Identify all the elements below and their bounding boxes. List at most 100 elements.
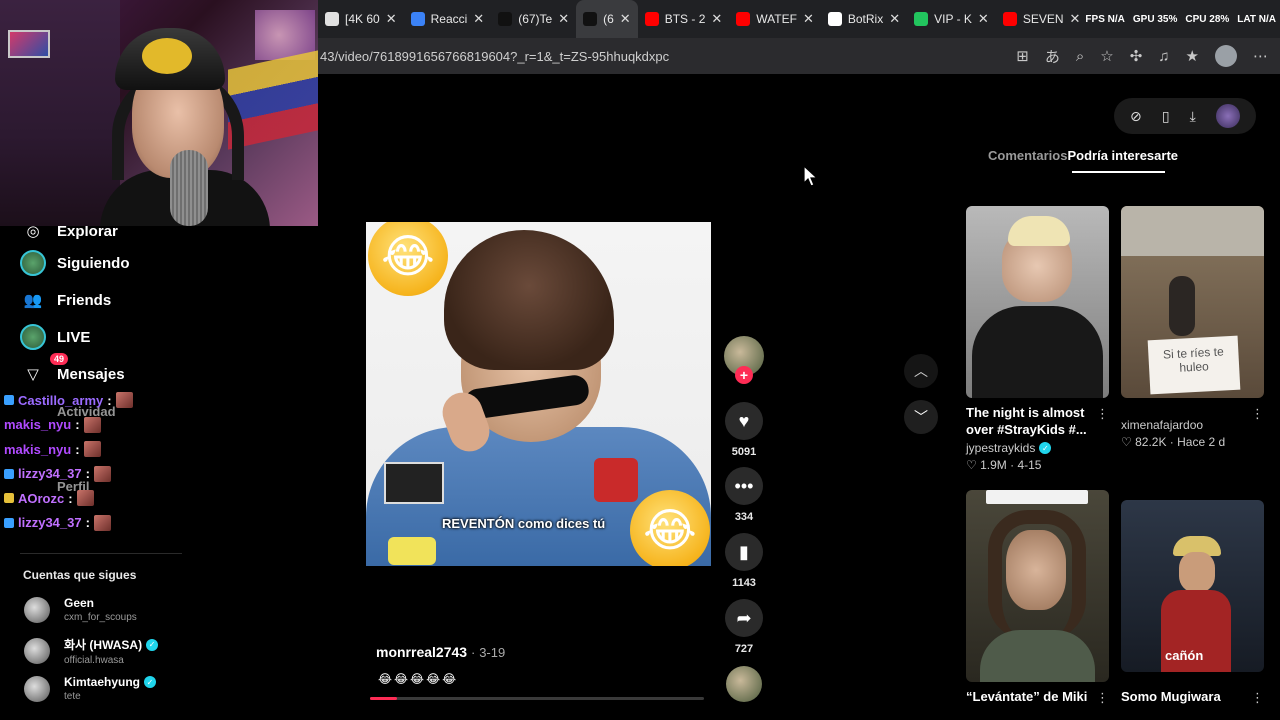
browser-tab[interactable]: [4K 60 ✕ (318, 0, 404, 38)
creator-avatar-button[interactable]: + (722, 336, 766, 384)
chat-username[interactable]: makis_nyu (4, 417, 71, 432)
card-more-icon[interactable]: ⋮ (1251, 406, 1264, 422)
chat-username[interactable]: lizzy34_37 (18, 515, 82, 530)
card-author[interactable]: jypestraykids ✓ (966, 441, 1109, 455)
media-icon[interactable]: ♫ (1158, 48, 1169, 65)
thumb-sign: Si te ríes te huleo (1147, 335, 1241, 395)
follow-plus-icon[interactable]: + (735, 366, 753, 384)
tab-close-icon[interactable]: ✕ (711, 11, 722, 27)
extensions-icon[interactable]: ✣ (1130, 47, 1143, 65)
following-account[interactable]: Kimtaehyung ✓ tete (24, 675, 157, 702)
favorites-icon[interactable]: ★ (1186, 47, 1199, 65)
user-avatar[interactable] (1215, 104, 1240, 128)
share-arrow-icon: ➦ (725, 599, 763, 637)
browser-tab[interactable]: VIP - K ✕ (907, 0, 996, 38)
video-player[interactable]: 😂 😂 REVENTÓN como dices tú (366, 222, 711, 566)
browser-tab[interactable]: WATEF ✕ (729, 0, 821, 38)
zoom-icon[interactable]: ⌕ (1076, 48, 1084, 65)
nav-siguiendo[interactable]: Siguiendo (20, 250, 130, 276)
recommended-video-card[interactable]: cañón Somo Mugiwara ⋮ (1121, 500, 1264, 705)
chat-emote-icon (76, 490, 94, 507)
card-author[interactable]: ximenafajardoo (1121, 418, 1264, 432)
tab-close-icon[interactable]: ✕ (803, 11, 814, 27)
like-button[interactable]: ♥ 5091 (722, 402, 766, 458)
save-button[interactable]: ▮ 1143 (722, 533, 766, 589)
video-hair (444, 230, 614, 370)
tab-close-icon[interactable]: ✕ (620, 11, 631, 27)
perf-stat-label: GPU (1132, 13, 1155, 25)
video-thumbnail[interactable] (966, 206, 1109, 398)
apps-icon[interactable]: ⊞ (1016, 47, 1029, 65)
following-name-row: Kimtaehyung ✓ (64, 675, 157, 689)
music-disc-button[interactable] (722, 666, 766, 702)
video-thumbnail[interactable] (966, 490, 1109, 682)
right-panel-tabs: Comentarios Podría interesarte (988, 148, 1178, 163)
video-caption: REVENTÓN como dices tú (442, 516, 606, 531)
autoscroll-icon[interactable]: ⊘ (1130, 108, 1142, 125)
heart-outline-icon: ♡ (1121, 435, 1132, 449)
chat-username[interactable]: makis_nyu (4, 442, 71, 457)
chat-username[interactable]: AOrozc (18, 491, 64, 506)
previous-video-button[interactable]: ︿ (904, 354, 938, 388)
heart-outline-icon: ♡ (966, 458, 977, 472)
tab-label: SEVEN (1022, 12, 1064, 26)
nav-live[interactable]: LIVE (20, 324, 90, 350)
card-more-icon[interactable]: ⋮ (1096, 690, 1109, 706)
tab-close-icon[interactable]: ✕ (473, 11, 484, 27)
browser-tab[interactable]: BotRix ✕ (821, 0, 907, 38)
tab-close-icon[interactable]: ✕ (558, 11, 569, 27)
tab-label: (6 (603, 12, 614, 26)
browser-tab[interactable]: Reacci ✕ (404, 0, 492, 38)
chat-username[interactable]: Castillo_army (18, 393, 103, 408)
recommended-video-card[interactable]: Si te ríes te huleo ⋮ ximenafajardoo ♡ 8… (1121, 206, 1264, 449)
browser-tab[interactable]: BTS - 2 ✕ (638, 0, 730, 38)
more-menu-icon[interactable]: ⋯ (1253, 47, 1268, 65)
video-progress-bar[interactable] (370, 697, 704, 700)
favorite-star-icon[interactable]: ☆ (1100, 47, 1113, 65)
tab-label: BTS - 2 (664, 12, 706, 26)
bookmark-icon: ▮ (725, 533, 763, 571)
chat-message: lizzy34_37: (4, 511, 304, 536)
tab-favicon-icon (583, 12, 598, 26)
nav-label: Siguiendo (57, 254, 130, 272)
translate-icon[interactable]: あ (1045, 46, 1060, 67)
chat-emote-icon (83, 441, 101, 458)
share-button[interactable]: ➦ 727 (722, 599, 766, 655)
url-field[interactable]: 43/video/7618991656766819604?_r=1&_t=ZS-… (318, 49, 1016, 64)
video-date: 3-19 (479, 645, 506, 660)
tab-label: [4K 60 (345, 12, 380, 26)
next-video-button[interactable]: ﹀ (904, 400, 938, 434)
perf-stat: GPU 35% (1133, 14, 1177, 25)
profile-avatar-icon[interactable] (1215, 45, 1237, 67)
following-heading: Cuentas que sigues (23, 568, 137, 582)
card-more-icon[interactable]: ⋮ (1096, 406, 1109, 422)
card-meta-text: 82.2K · Hace 2 d (1135, 435, 1226, 449)
video-progress-fill (370, 697, 397, 700)
video-thumbnail[interactable]: cañón (1121, 500, 1264, 672)
mini-player-icon[interactable]: ▯ (1162, 108, 1170, 125)
recommended-video-card[interactable]: “Levántate” de Miki ⋮ (966, 490, 1109, 705)
chat-message: lizzy34_37: (4, 462, 304, 487)
chat-username[interactable]: lizzy34_37 (18, 466, 82, 481)
recommended-video-card[interactable]: The night is almost over #StrayKids #...… (966, 206, 1109, 472)
perf-stat-value: 35% (1157, 13, 1178, 25)
browser-tab[interactable]: SEVEN ✕ (996, 0, 1088, 38)
following-account[interactable]: 화사 (HWASA) ✓ official.hwasa (24, 636, 159, 666)
tab-close-icon[interactable]: ✕ (889, 11, 900, 27)
tab-close-icon[interactable]: ✕ (386, 11, 397, 27)
tab-close-icon[interactable]: ✕ (978, 11, 989, 27)
tab-podria-interesarte[interactable]: Podría interesarte (1067, 148, 1178, 163)
comment-button[interactable]: ••• 334 (722, 467, 766, 523)
friends-icon: 👥 (23, 292, 43, 309)
tab-comentarios[interactable]: Comentarios (988, 148, 1067, 163)
browser-tab[interactable]: (6 ✕ (576, 0, 638, 38)
nav-mensajes[interactable]: ▽ 49 Mensajes (20, 353, 125, 387)
video-thumbnail[interactable]: Si te ríes te huleo (1121, 206, 1264, 398)
browser-tab[interactable]: (67)Te ✕ (491, 0, 576, 38)
following-account[interactable]: Geen cxm_for_scoups (24, 596, 137, 623)
card-more-icon[interactable]: ⋮ (1251, 690, 1264, 706)
video-author[interactable]: monrreal2743 (376, 644, 467, 660)
download-icon[interactable]: ⤓ (1190, 108, 1196, 125)
nav-friends[interactable]: 👥 Friends (20, 287, 112, 313)
perf-stat: LAT N/A (1237, 14, 1276, 25)
